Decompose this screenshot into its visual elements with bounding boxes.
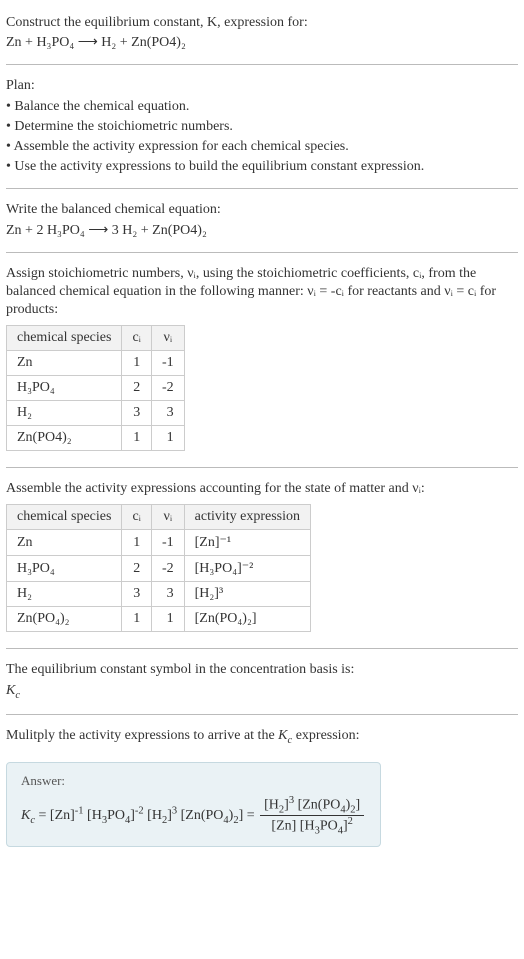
cell-activity: [Zn]⁻¹ [184,530,310,556]
plan-heading: Plan: [6,77,518,95]
assemble-text: Assemble the activity expressions accoun… [6,480,518,498]
cell-v: -2 [151,376,184,401]
cell-activity: [H₂]³ [184,582,310,607]
cell-v: -2 [151,556,184,582]
cell-species: Zn [7,530,122,556]
cell-species: H₃PO₄ [7,556,122,582]
table-header-row: chemical species cᵢ νᵢ [7,326,185,351]
cell-c: 2 [122,376,152,401]
col-c: cᵢ [122,326,152,351]
assign-section: Assign stoichiometric numbers, νᵢ, using… [6,257,518,464]
cell-species: H₃PO₄ [7,376,122,401]
cell-species: Zn(PO4)₂ [7,426,122,451]
plan-item: • Use the activity expressions to build … [6,158,518,176]
table-row: H₃PO₄ 2 -2 [7,376,185,401]
assemble-section: Assemble the activity expressions accoun… [6,472,518,644]
table-header-row: chemical species cᵢ νᵢ activity expressi… [7,505,311,530]
col-v: νᵢ [151,505,184,530]
answer-label: Answer: [21,773,366,789]
cell-species: Zn [7,351,122,376]
table-row: H₂ 3 3 [7,401,185,426]
cell-v: -1 [151,530,184,556]
plan-section: Plan: • Balance the chemical equation. •… [6,69,518,184]
table-row: Zn 1 -1 [7,351,185,376]
table-row: Zn 1 -1 [Zn]⁻¹ [7,530,311,556]
col-species: chemical species [7,505,122,530]
fraction-numerator: [H2]3 [Zn(PO4)2] [260,795,364,816]
cell-species: Zn(PO₄)₂ [7,607,122,632]
plan-item: • Balance the chemical equation. [6,98,518,116]
cell-v: 1 [151,426,184,451]
cell-species: H₂ [7,582,122,607]
fraction-denominator: [Zn] [H3PO4]2 [260,816,364,836]
activity-table: chemical species cᵢ νᵢ activity expressi… [6,504,311,632]
plan-item: • Assemble the activity expression for e… [6,138,518,156]
balanced-equation: Zn + 2 H₃PO₄ ⟶ 3 H₂ + Zn(PO4)₂ [6,222,518,240]
cell-c: 3 [122,582,152,607]
divider [6,467,518,468]
intro-line: Construct the equilibrium constant, K, e… [6,14,518,32]
plan-item: • Determine the stoichiometric numbers. [6,118,518,136]
divider [6,64,518,65]
answer-equation: Kc = [Zn]-1 [H3PO4]-2 [H2]3 [Zn(PO4)2] =… [21,795,366,837]
symbol-section: The equilibrium constant symbol in the c… [6,653,518,710]
multiply-text: Mulitply the activity expressions to arr… [6,727,518,747]
intro-equation: Zn + H₃PO₄ ⟶ H₂ + Zn(PO4)₂ [6,34,518,52]
col-activity: activity expression [184,505,310,530]
cell-c: 1 [122,530,152,556]
cell-activity: [H₃PO₄]⁻² [184,556,310,582]
col-c: cᵢ [122,505,152,530]
stoich-table: chemical species cᵢ νᵢ Zn 1 -1 H₃PO₄ 2 -… [6,325,185,451]
cell-v: 1 [151,607,184,632]
symbol-value: Kc [6,683,20,698]
assign-text: Assign stoichiometric numbers, νᵢ, using… [6,265,518,320]
col-v: νᵢ [151,326,184,351]
divider [6,188,518,189]
table-row: Zn(PO4)₂ 1 1 [7,426,185,451]
cell-c: 1 [122,607,152,632]
table-row: H₃PO₄ 2 -2 [H₃PO₄]⁻² [7,556,311,582]
answer-box: Answer: Kc = [Zn]-1 [H3PO4]-2 [H2]3 [Zn(… [6,762,381,848]
balanced-section: Write the balanced chemical equation: Zn… [6,193,518,247]
divider [6,714,518,715]
cell-c: 1 [122,351,152,376]
cell-c: 1 [122,426,152,451]
answer-fraction: [H2]3 [Zn(PO4)2] [Zn] [H3PO4]2 [260,795,364,837]
table-row: H₂ 3 3 [H₂]³ [7,582,311,607]
cell-c: 2 [122,556,152,582]
cell-v: -1 [151,351,184,376]
divider [6,648,518,649]
table-row: Zn(PO₄)₂ 1 1 [Zn(PO₄)₂] [7,607,311,632]
cell-species: H₂ [7,401,122,426]
symbol-text: The equilibrium constant symbol in the c… [6,661,518,679]
balanced-heading: Write the balanced chemical equation: [6,201,518,219]
cell-v: 3 [151,401,184,426]
col-species: chemical species [7,326,122,351]
cell-activity: [Zn(PO₄)₂] [184,607,310,632]
intro-section: Construct the equilibrium constant, K, e… [6,6,518,60]
multiply-section: Mulitply the activity expressions to arr… [6,719,518,755]
divider [6,252,518,253]
cell-c: 3 [122,401,152,426]
cell-v: 3 [151,582,184,607]
